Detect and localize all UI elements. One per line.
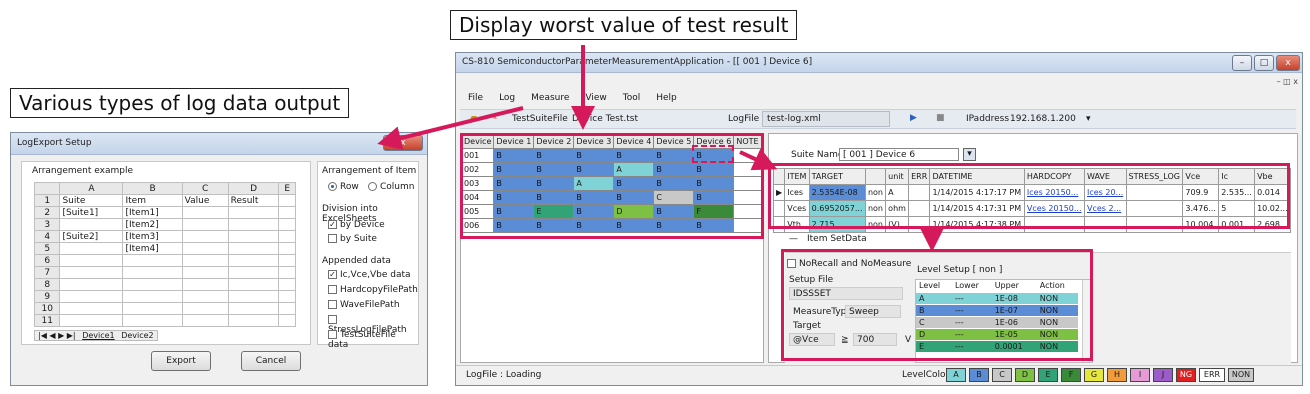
arrow-log-menu	[377, 106, 524, 150]
arrow-to-results	[739, 148, 778, 171]
annotation-arrows	[377, 45, 944, 252]
